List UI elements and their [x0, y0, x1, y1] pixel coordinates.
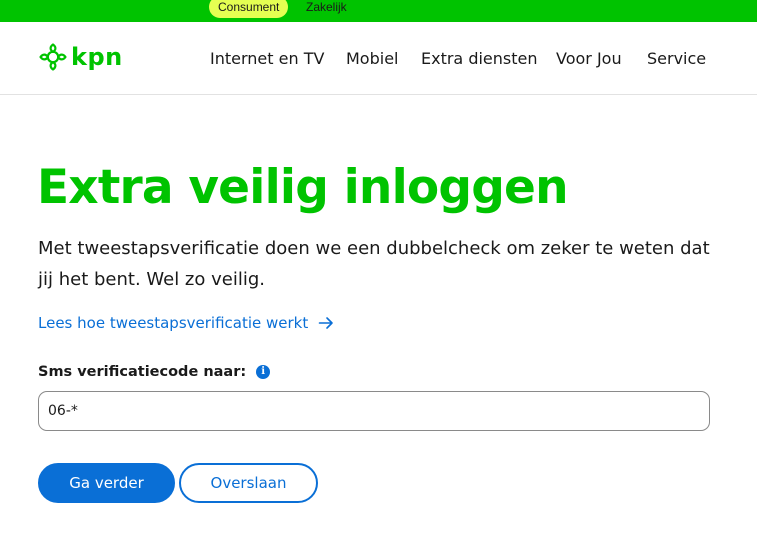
- segment-bar: Consument Zakelijk: [0, 0, 757, 22]
- nav-mobiel[interactable]: Mobiel: [346, 48, 398, 70]
- segment-zakelijk[interactable]: Zakelijk: [306, 0, 347, 18]
- page-title: Extra veilig inloggen: [37, 160, 569, 215]
- intro-text: Met tweestapsverificatie doen we een dub…: [38, 238, 710, 290]
- nav-internet-en-tv[interactable]: Internet en TV: [210, 48, 324, 70]
- sms-field-label-text: Sms verificatiecode naar:: [38, 364, 247, 380]
- kpn-crown-icon: [39, 43, 67, 71]
- nav-service[interactable]: Service: [647, 48, 706, 70]
- segment-consument[interactable]: Consument: [209, 0, 289, 18]
- logo-text: kpn: [71, 43, 123, 71]
- arrow-right-icon: [318, 317, 334, 329]
- info-link-label: Lees hoe tweestapsverificatie werkt: [38, 314, 309, 332]
- nav-extra-diensten[interactable]: Extra diensten: [421, 48, 538, 70]
- info-link[interactable]: Lees hoe tweestapsverificatie werkt: [38, 312, 334, 334]
- continue-button[interactable]: Ga verder: [38, 463, 175, 503]
- kpn-logo[interactable]: kpn: [37, 41, 123, 73]
- info-icon[interactable]: i: [256, 365, 271, 379]
- skip-button[interactable]: Overslaan: [179, 463, 318, 503]
- sms-field-label: Sms verificatiecode naar: i: [38, 361, 271, 383]
- nav-voor-jou[interactable]: Voor Jou: [556, 48, 622, 70]
- phone-number-field[interactable]: 06-*: [38, 391, 710, 431]
- site-header: kpn Internet en TV Mobiel Extra diensten…: [0, 22, 757, 95]
